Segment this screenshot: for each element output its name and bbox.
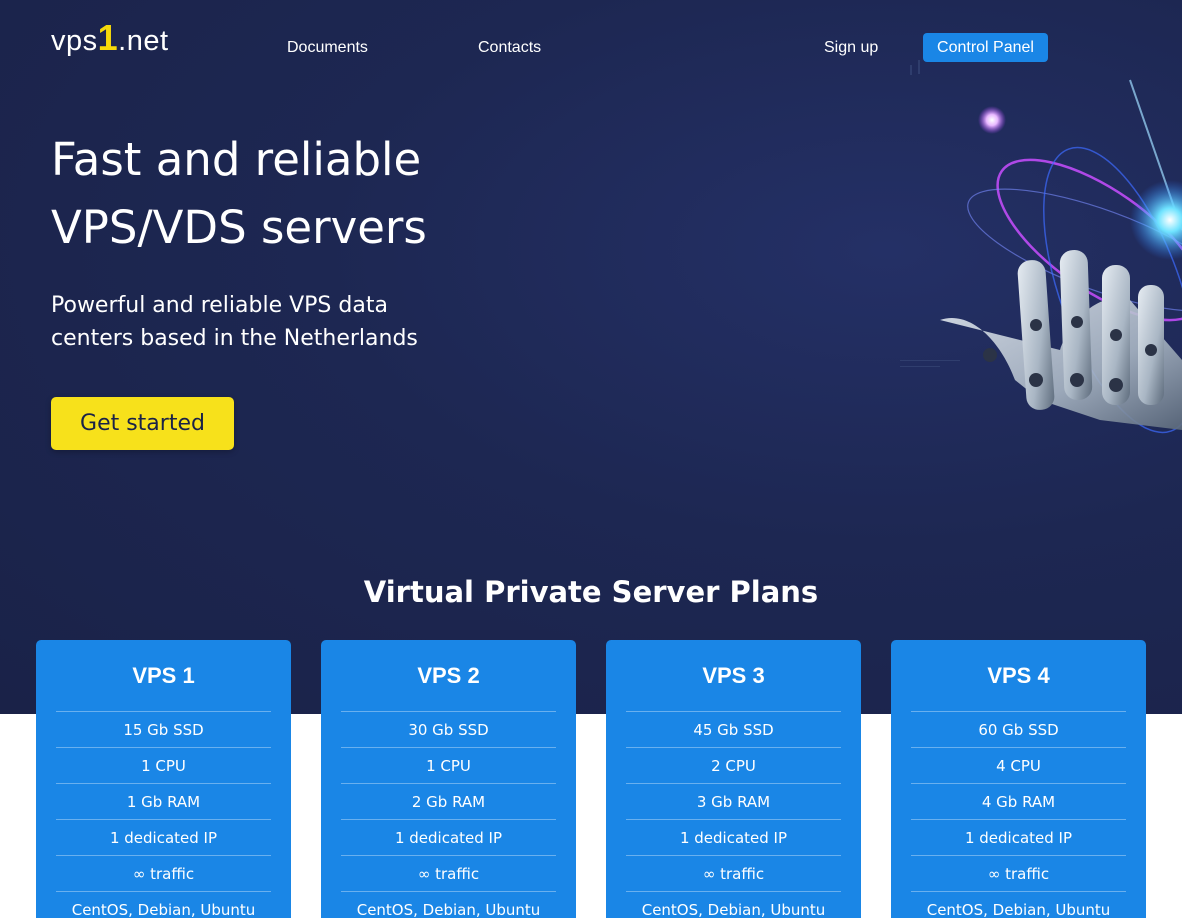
plan-feature: CentOS, Debian, Ubuntu xyxy=(911,892,1126,918)
plan-feature: 60 Gb SSD xyxy=(911,712,1126,748)
plan-feature: ∞ traffic xyxy=(911,856,1126,892)
plan-feature: CentOS, Debian, Ubuntu xyxy=(341,892,556,918)
plan-name: VPS 3 xyxy=(626,640,841,712)
plan-card-vps2[interactable]: VPS 2 30 Gb SSD 1 CPU 2 Gb RAM 1 dedicat… xyxy=(321,640,576,918)
plan-feature: 15 Gb SSD xyxy=(56,712,271,748)
hero-section: vps1.net Documents Contacts Sign up Cont… xyxy=(0,0,1182,714)
plan-feature: 1 CPU xyxy=(341,748,556,784)
plan-feature: 1 dedicated IP xyxy=(56,820,271,856)
plan-card-vps1[interactable]: VPS 1 15 Gb SSD 1 CPU 1 Gb RAM 1 dedicat… xyxy=(36,640,291,918)
plan-name: VPS 2 xyxy=(341,640,556,712)
plan-card-vps3[interactable]: VPS 3 45 Gb SSD 2 CPU 3 Gb RAM 1 dedicat… xyxy=(606,640,861,918)
plan-name: VPS 1 xyxy=(56,640,271,712)
nav-link-documents[interactable]: Documents xyxy=(287,38,368,58)
plan-feature: 1 dedicated IP xyxy=(911,820,1126,856)
plan-feature: 2 CPU xyxy=(626,748,841,784)
plan-name: VPS 4 xyxy=(911,640,1126,712)
plan-feature: CentOS, Debian, Ubuntu xyxy=(626,892,841,918)
plan-feature: ∞ traffic xyxy=(626,856,841,892)
site-logo[interactable]: vps1.net xyxy=(51,20,169,56)
get-started-button[interactable]: Get started xyxy=(51,397,234,450)
plan-feature: ∞ traffic xyxy=(341,856,556,892)
plan-feature: 45 Gb SSD xyxy=(626,712,841,748)
plan-feature: ∞ traffic xyxy=(56,856,271,892)
plans-section-title: Virtual Private Server Plans xyxy=(363,575,819,609)
robot-hand-icon xyxy=(900,60,1182,434)
plan-feature: 1 CPU xyxy=(56,748,271,784)
plan-feature: 4 CPU xyxy=(911,748,1126,784)
plan-feature: 3 Gb RAM xyxy=(626,784,841,820)
nav-link-contacts[interactable]: Contacts xyxy=(478,38,541,58)
plan-feature: 1 dedicated IP xyxy=(626,820,841,856)
signup-link[interactable]: Sign up xyxy=(824,38,878,58)
plan-feature: 2 Gb RAM xyxy=(341,784,556,820)
plan-feature: 4 Gb RAM xyxy=(911,784,1126,820)
hero-title: Fast and reliable VPS/VDS servers xyxy=(51,133,427,254)
hero-subtitle: Powerful and reliable VPS data centers b… xyxy=(51,293,418,351)
plan-card-vps4[interactable]: VPS 4 60 Gb SSD 4 CPU 4 Gb RAM 1 dedicat… xyxy=(891,640,1146,918)
plan-feature: 1 dedicated IP xyxy=(341,820,556,856)
control-panel-button[interactable]: Control Panel xyxy=(923,33,1048,62)
plan-feature: CentOS, Debian, Ubuntu xyxy=(56,892,271,918)
plan-feature: 30 Gb SSD xyxy=(341,712,556,748)
plan-feature: 1 Gb RAM xyxy=(56,784,271,820)
